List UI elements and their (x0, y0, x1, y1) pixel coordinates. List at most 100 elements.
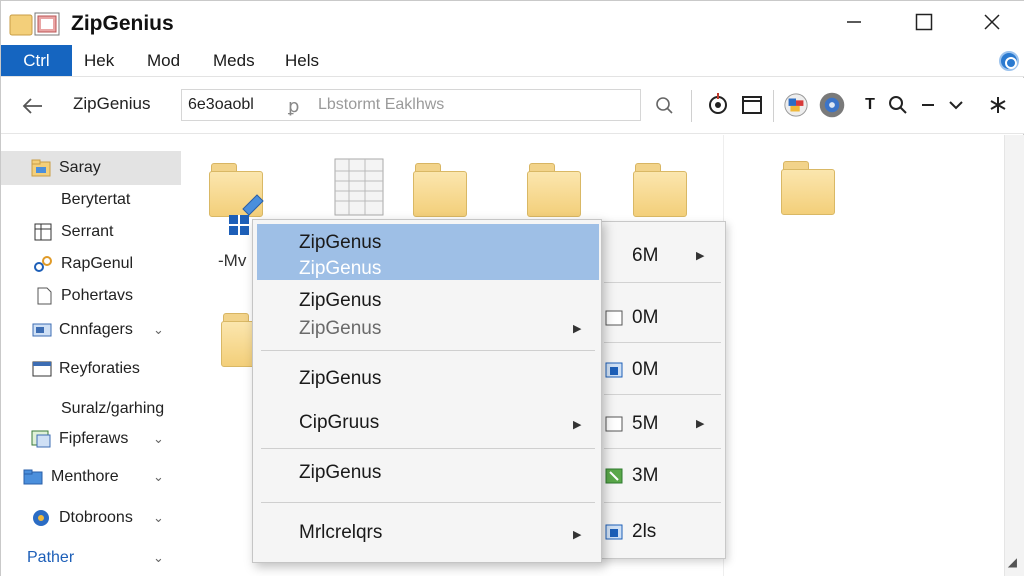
disc-icon[interactable] (819, 92, 845, 118)
sidebar-item-label: Dtobroons (59, 509, 133, 526)
sidebar-item-fipferaws[interactable]: Fipferaws ⌄ (1, 422, 181, 456)
chevron-down-icon[interactable]: ⌄ (153, 322, 164, 338)
resize-grip-icon[interactable]: ◢ (1008, 555, 1017, 569)
sidebar-item-label: Pohertavs (61, 287, 134, 304)
menu-item-label: CipGruus (299, 412, 380, 433)
submenu-size: 0M (632, 359, 659, 380)
address-value: 6e3oaobl (188, 96, 254, 113)
address-bar[interactable]: 6e3oaobl ꝑ Lbstormt Eaklhws (181, 89, 641, 121)
menu-item-sublabel: ZipGenus (299, 258, 382, 279)
menu-item-label: ZipGenus (299, 232, 382, 253)
menu-hek[interactable]: Hek (72, 45, 126, 76)
chevron-down-icon[interactable]: ⌄ (153, 431, 164, 447)
menu-ctrl[interactable]: Ctrl (1, 45, 72, 76)
menu-hels[interactable]: Hels (273, 45, 331, 76)
chevron-down-icon[interactable] (943, 92, 969, 118)
file-label: -Mv (218, 251, 247, 270)
sidebar-item-berytertat[interactable]: Berytertat (1, 183, 181, 217)
sidebar-item-label: Cnnfagers (59, 321, 133, 338)
menu-mod[interactable]: Mod (135, 45, 192, 76)
submenu-row[interactable]: 3M (600, 456, 725, 496)
chevron-right-icon: ▶ (573, 323, 582, 335)
image-icon (605, 362, 623, 378)
sidebar-item-label: Berytertat (61, 191, 131, 208)
text-icon[interactable]: T (857, 92, 883, 118)
minimize-button[interactable] (831, 5, 877, 39)
context-menu-item[interactable]: ZipGenus ZipGenus ▶ (257, 282, 599, 344)
sidebar-item-cnnfagers[interactable]: Cnnfagers ⌄ (1, 313, 181, 347)
divider (604, 342, 721, 343)
chevron-right-icon: ▶ (696, 418, 705, 430)
maximize-button[interactable] (901, 5, 947, 39)
chevron-down-icon[interactable]: ⌄ (153, 550, 164, 566)
submenu-row[interactable]: 6M ▶ (600, 236, 725, 276)
submenu-row[interactable]: 0M (600, 298, 725, 338)
sidebar-item-pohertavs[interactable]: Pohertavs (1, 279, 181, 313)
context-menu-item[interactable]: ZipGenus (257, 358, 599, 400)
submenu-row[interactable]: 5M ▶ (600, 404, 725, 444)
submenu-panel: 6M ▶ 0M 0M 5M ▶ 3M 2ls (599, 221, 726, 559)
back-button[interactable] (19, 92, 47, 120)
folder-icon[interactable] (631, 161, 689, 221)
title-bar[interactable]: ZipGenius (1, 1, 1024, 45)
menu-meds[interactable]: Meds (201, 45, 267, 76)
folder-icon[interactable] (525, 161, 583, 221)
submenu-row[interactable]: 0M (600, 350, 725, 390)
chevron-right-icon: ▶ (696, 250, 705, 262)
sidebar-item-label: Pather (27, 549, 75, 566)
context-menu-item[interactable]: CipGruus ▶ (257, 402, 599, 444)
asterisk-icon[interactable] (985, 92, 1011, 118)
zoom-icon[interactable] (885, 92, 911, 118)
sidebar-item-dtobroons[interactable]: Dtobroons ⌄ (1, 501, 181, 535)
toolbar: ZipGenius 6e3oaobl ꝑ Lbstormt Eaklhws T (1, 78, 1024, 134)
sidebar-item-rapgenul[interactable]: RapGenul (1, 247, 181, 281)
toolbar-divider (691, 90, 692, 122)
submenu-size: 6M (632, 245, 659, 266)
target-icon[interactable] (705, 92, 731, 118)
sidebar: Saray Berytertat Serrant RapGenul Pohert… (1, 146, 181, 576)
app-logo-icon (9, 10, 63, 38)
submenu-size: 5M (632, 413, 659, 434)
context-menu-item[interactable]: ZipGenus (257, 454, 599, 496)
sidebar-item-label: Fipferaws (59, 430, 129, 447)
close-icon (984, 14, 1000, 30)
menu-item-label: ZipGenus (299, 462, 382, 483)
chevron-down-icon[interactable]: ⌄ (153, 510, 164, 526)
colorful-badge-icon[interactable] (783, 92, 809, 118)
close-button[interactable] (969, 5, 1015, 39)
sidebar-item-saray[interactable]: Saray (1, 151, 181, 185)
image-icon (31, 430, 51, 448)
maximize-icon (915, 13, 933, 31)
chevron-down-icon[interactable]: ⌄ (153, 469, 164, 485)
minus-icon[interactable] (915, 92, 941, 118)
sidebar-item-reyforaties[interactable]: Reyforaties (1, 352, 181, 386)
submenu-size: 2ls (632, 521, 657, 542)
folder-icon[interactable] (779, 159, 837, 219)
refresh-icon[interactable] (651, 92, 677, 118)
arrow-left-icon (22, 98, 42, 114)
spreadsheet-file-icon[interactable] (331, 157, 387, 217)
window-icon[interactable] (739, 92, 765, 118)
context-menu-item[interactable]: ZipGenus ZipGenus (257, 224, 599, 280)
sidebar-item-label: Serrant (61, 223, 114, 240)
context-menu-item[interactable]: Mrlcrelqrs ▶ (257, 512, 599, 556)
folder-icon[interactable] (411, 161, 469, 221)
vertical-scrollbar[interactable] (1004, 135, 1024, 576)
menu-bar: Ctrl Hek Mod Meds Hels (1, 45, 1024, 77)
sidebar-item-serrant[interactable]: Serrant (1, 215, 181, 249)
folder-icon (31, 159, 51, 177)
menu-item-label: ZipGenus (299, 290, 382, 311)
divider (604, 502, 721, 503)
help-icon[interactable] (999, 51, 1019, 71)
minimize-icon (847, 21, 861, 23)
shield-icon (33, 510, 49, 526)
submenu-row[interactable]: 2ls (600, 512, 725, 552)
window-title: ZipGenius (71, 12, 174, 35)
sidebar-item-pather[interactable]: Pather ⌄ (1, 541, 181, 575)
sidebar-item-menthore[interactable]: Menthore ⌄ (1, 460, 181, 494)
divider (604, 448, 721, 449)
breadcrumb[interactable]: ZipGenius (73, 94, 150, 114)
spreadsheet-icon (605, 468, 623, 484)
sidebar-item-suralz[interactable]: Suralz/garhing (1, 392, 181, 426)
divider (604, 394, 721, 395)
